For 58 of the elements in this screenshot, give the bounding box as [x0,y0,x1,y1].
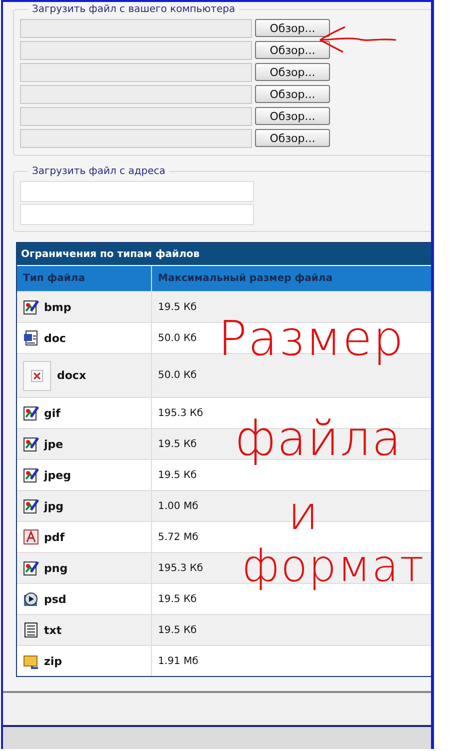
table-title: Ограничения по типам файлов [17,243,431,265]
image-file-icon [23,467,39,483]
max-size: 195.3 Кб [158,408,204,418]
handwritten-note: файла [235,415,402,463]
file-type: zip [44,654,62,668]
browse-button[interactable]: Обзор... [255,63,330,81]
file-type: jpe [44,438,64,450]
file-type: jpeg [44,468,71,482]
image-file-icon [23,405,39,421]
max-size: 50.0 Кб [158,370,197,381]
browse-button[interactable]: Обзор... [255,19,330,37]
section-title: Загрузить файл с адреса [31,166,166,177]
url-field[interactable] [20,204,254,225]
file-type: pdf [44,530,65,544]
max-size: 19.5 Кб [158,302,197,312]
max-size: 19.5 Кб [158,438,197,450]
browse-button[interactable]: Обзор... [255,41,330,59]
max-size: 19.5 Кб [158,624,197,636]
file-type: psd [44,592,66,606]
max-size: 19.5 Кб [158,470,197,480]
handwritten-note: Размер [218,315,405,363]
file-path-field[interactable] [20,84,252,104]
max-size: 5.72 Мб [158,532,198,542]
browse-button[interactable]: Обзор... [255,107,330,125]
file-type: bmp [44,300,72,314]
max-size: 1.00 Мб [158,500,198,512]
column-header: Максимальный размер файла [157,272,334,286]
file-path-field[interactable] [20,18,252,38]
browse-button[interactable]: Обзор... [255,129,330,147]
handwritten-note: и [288,490,320,536]
file-type: txt [44,624,62,636]
url-field[interactable] [20,181,254,202]
max-size: 1.91 Мб [158,656,198,666]
image-file-icon [23,498,39,514]
file-type: doc [44,332,66,344]
max-size: 50.0 Кб [158,332,197,344]
file-type: docx [57,369,86,382]
text-file-icon [23,622,39,638]
handwritten-note: формат [242,545,425,589]
file-path-field[interactable] [20,128,252,148]
max-size: 19.5 Кб [158,594,197,604]
max-size: 195.3 Кб [158,562,204,574]
file-path-field[interactable] [20,62,252,82]
file-type: png [44,562,68,574]
image-file-icon [23,299,39,315]
folder-icon [23,653,39,669]
pdf-icon [23,529,39,545]
browse-button[interactable]: Обзор... [255,85,330,103]
image-file-icon [23,560,39,576]
file-path-field[interactable] [20,40,252,60]
document-icon [23,330,39,346]
file-type: gif [44,406,60,420]
image-file-icon [23,436,39,452]
section-title: Загрузить файл с вашего компьютера [31,4,236,15]
broken-image-icon [23,360,51,390]
file-path-field[interactable] [20,106,252,126]
file-type: jpg [44,500,64,512]
media-icon [23,591,39,607]
